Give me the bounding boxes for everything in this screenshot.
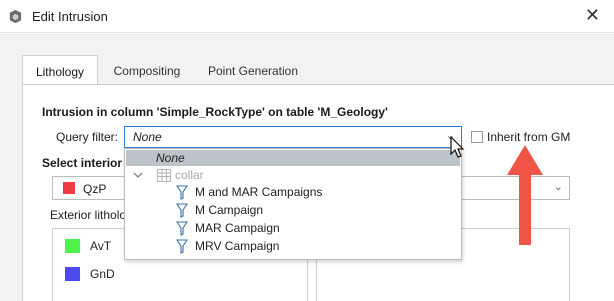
query-filter-label: Query filter: (56, 130, 119, 144)
query-filter-value: None (133, 130, 162, 144)
query-filter-dropdown[interactable]: None collar M and MAR Campaigns M Campai… (124, 148, 462, 260)
dropdown-item-none[interactable]: None (126, 150, 460, 166)
app-logo-icon (9, 9, 22, 24)
filter-icon (176, 203, 188, 218)
tab-lithology[interactable]: Lithology (22, 55, 98, 85)
tab-label: Lithology (35, 65, 85, 79)
list-item-label: GnD (90, 267, 115, 281)
list-item-label: AvT (90, 239, 112, 253)
dropdown-item[interactable]: M and MAR Campaigns (125, 184, 461, 201)
tab-compositing[interactable]: Compositing (102, 55, 192, 85)
inherit-checkbox[interactable] (471, 131, 483, 143)
dropdown-item-label: M and MAR Campaigns (195, 185, 323, 199)
close-icon[interactable]: ✕ (585, 5, 600, 25)
dropdown-item-label: MRV Campaign (195, 239, 280, 253)
dropdown-item[interactable]: MAR Campaign (125, 220, 461, 237)
dropdown-group-label: collar (175, 168, 204, 182)
tab-label: Point Generation (207, 64, 299, 78)
window-title: Edit Intrusion (32, 9, 108, 24)
interior-color-swatch (63, 182, 75, 194)
tab-label: Compositing (113, 64, 181, 78)
interior-value: QzP (83, 182, 107, 196)
dropdown-item[interactable]: M Campaign (125, 202, 461, 219)
intrusion-heading: Intrusion in column 'Simple_RockType' on… (42, 105, 388, 119)
select-interior-label: Select interior l (42, 156, 129, 170)
dropdown-item-label: M Campaign (195, 203, 264, 217)
color-swatch (65, 267, 80, 281)
filter-icon (176, 221, 188, 236)
annotation-arrow-icon (507, 145, 543, 245)
filter-icon (176, 239, 188, 254)
inherit-label[interactable]: Inherit from GM (487, 130, 570, 144)
query-filter-select[interactable]: None ⌄ (124, 126, 462, 148)
title-bar: Edit Intrusion ✕ (0, 0, 614, 33)
exterior-label: Exterior litholo (50, 208, 127, 222)
color-swatch (65, 239, 80, 253)
filter-icon (176, 185, 188, 200)
table-icon (157, 169, 171, 182)
chevron-down-icon[interactable] (133, 171, 143, 179)
mouse-cursor-icon (450, 136, 465, 158)
dropdown-group-collar[interactable]: collar (125, 167, 461, 184)
dropdown-item[interactable]: MRV Campaign (125, 238, 461, 255)
chevron-down-icon[interactable]: ⌄ (554, 180, 563, 193)
dropdown-item-label: None (156, 151, 185, 165)
tab-point-generation[interactable]: Point Generation (198, 55, 308, 85)
dropdown-item-label: MAR Campaign (195, 221, 280, 235)
